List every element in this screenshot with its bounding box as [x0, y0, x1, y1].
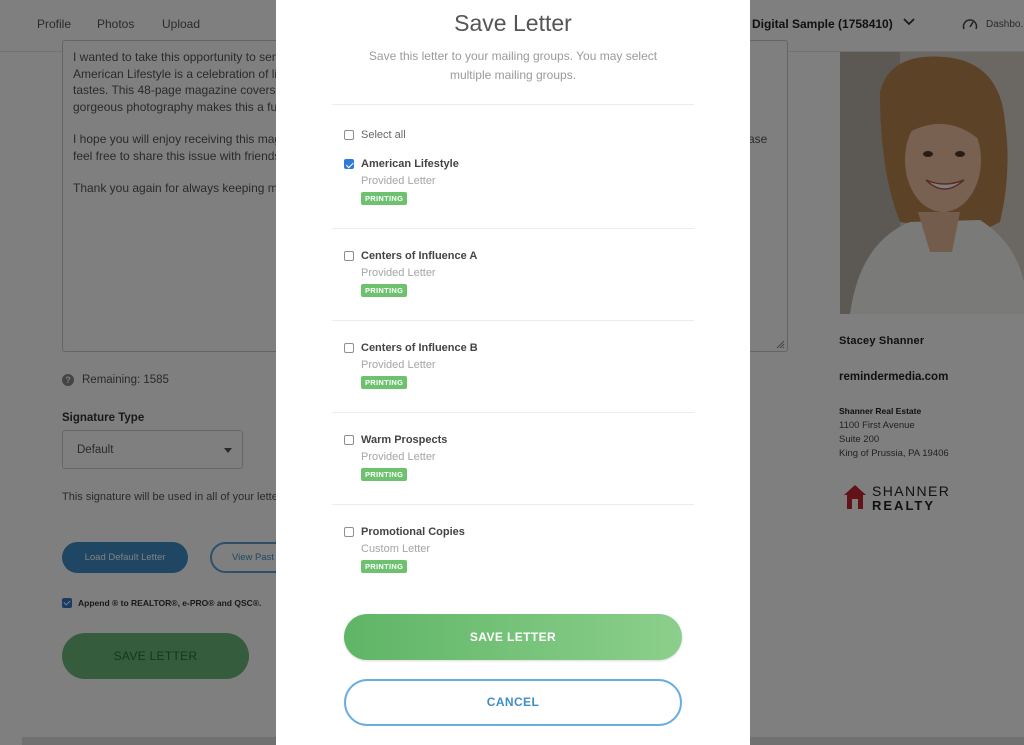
group-letter-type: Custom Letter — [361, 543, 431, 555]
divider — [332, 320, 694, 321]
group-name[interactable]: American Lifestyle — [361, 158, 459, 170]
group-letter-type: Provided Letter — [361, 175, 436, 187]
group-name[interactable]: Centers of Influence B — [361, 342, 478, 354]
select-all-label[interactable]: Select all — [361, 129, 406, 141]
group-name[interactable]: Warm Prospects — [361, 434, 447, 446]
group-name[interactable]: Centers of Influence A — [361, 250, 477, 262]
modal-description: Save this letter to your mailing groups.… — [368, 49, 658, 82]
divider — [332, 104, 694, 105]
cancel-button[interactable]: CANCEL — [344, 679, 682, 726]
save-letter-modal: Save Letter Save this letter to your mai… — [276, 0, 750, 745]
group-checkbox-warm-prospects[interactable] — [344, 435, 354, 445]
printing-badge: PRINTING — [361, 560, 408, 573]
printing-badge: PRINTING — [361, 284, 408, 297]
group-name[interactable]: Promotional Copies — [361, 526, 465, 538]
group-checkbox-american-lifestyle[interactable] — [344, 159, 354, 169]
modal-title: Save Letter — [454, 10, 572, 36]
group-letter-type: Provided Letter — [361, 267, 436, 279]
printing-badge: PRINTING — [361, 192, 408, 205]
group-checkbox-centers-of-influence-b[interactable] — [344, 343, 354, 353]
select-all-checkbox[interactable] — [344, 130, 354, 140]
group-checkbox-centers-of-influence-a[interactable] — [344, 251, 354, 261]
save-letter-button[interactable]: SAVE LETTER — [344, 614, 682, 660]
group-letter-type: Provided Letter — [361, 451, 436, 463]
printing-badge: PRINTING — [361, 468, 408, 481]
divider — [332, 412, 694, 413]
divider — [332, 228, 694, 229]
divider — [332, 504, 694, 505]
group-letter-type: Provided Letter — [361, 359, 436, 371]
group-checkbox-promotional-copies[interactable] — [344, 527, 354, 537]
printing-badge: PRINTING — [361, 376, 408, 389]
